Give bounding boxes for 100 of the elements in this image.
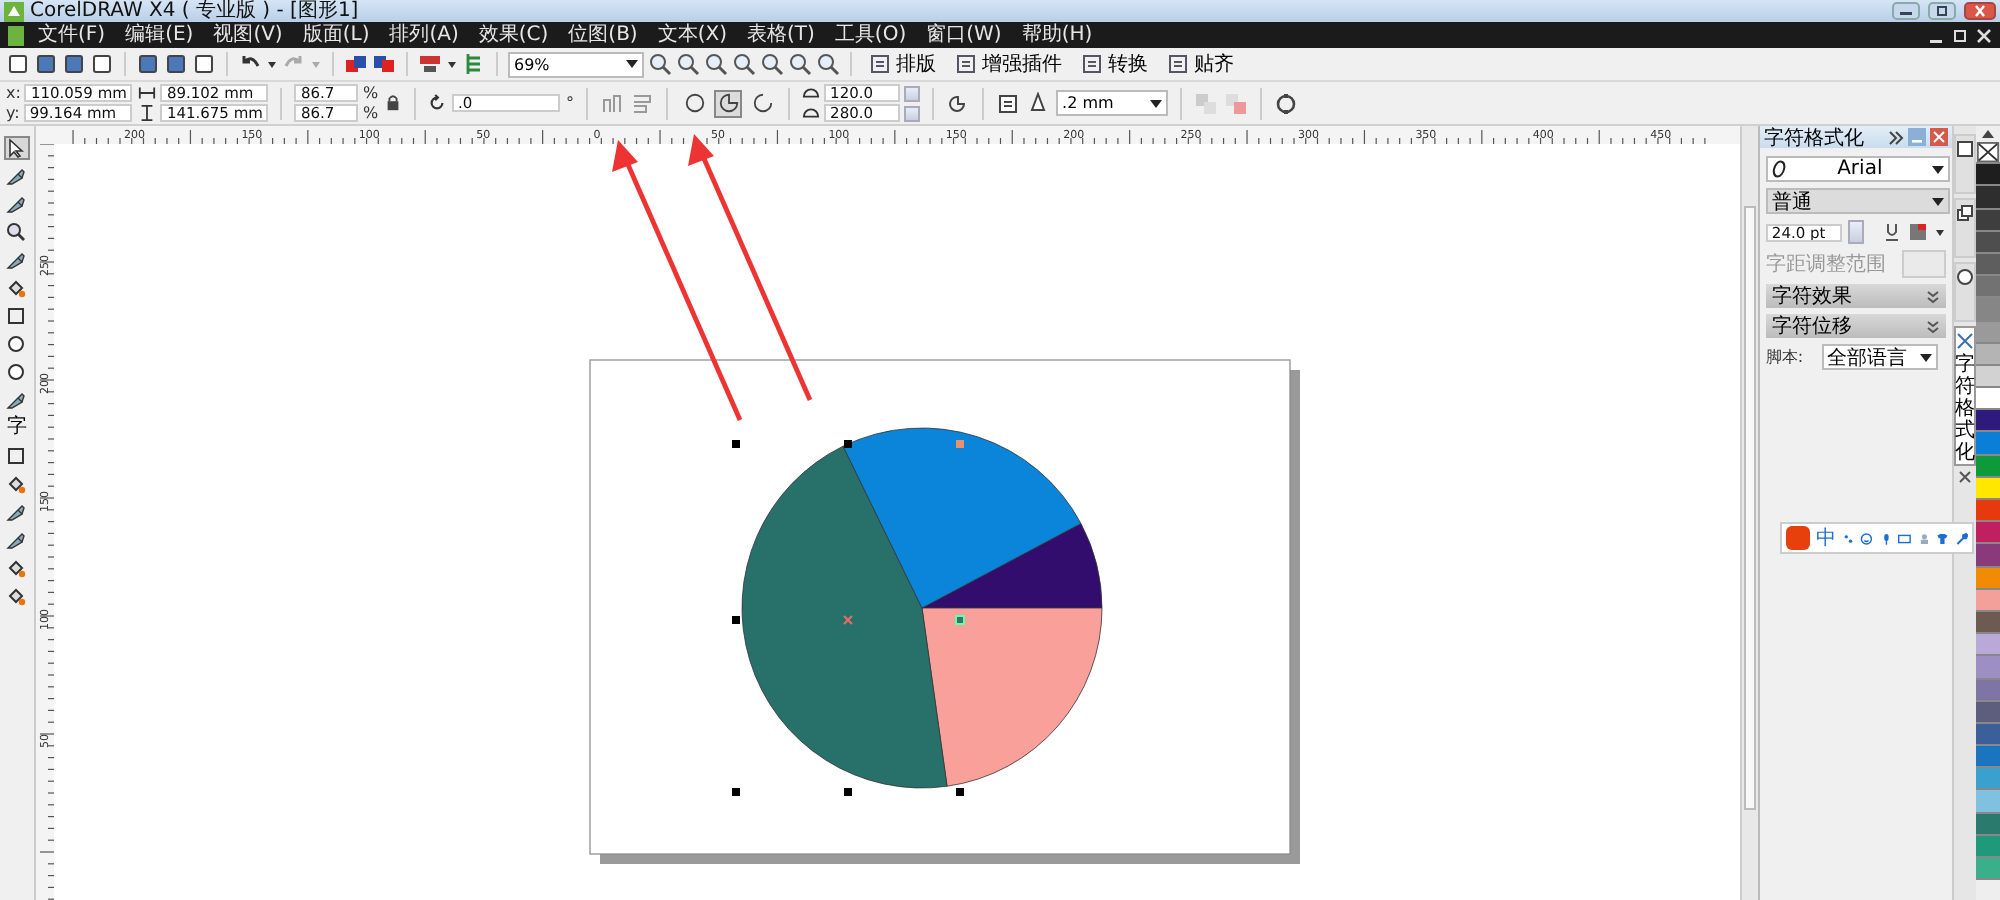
- restore-icon[interactable]: [1952, 27, 1968, 43]
- expand-icon[interactable]: [1887, 129, 1904, 145]
- zoom-icon[interactable]: [816, 52, 840, 76]
- color-swatch[interactable]: [1976, 567, 2000, 590]
- color-swatch[interactable]: [1976, 835, 2000, 858]
- color-swatch[interactable]: [1976, 365, 2000, 389]
- color-swatch[interactable]: [1976, 455, 2000, 478]
- caret-icon[interactable]: [446, 58, 458, 70]
- kerning-field[interactable]: [1901, 250, 1946, 278]
- color-swatch[interactable]: [1976, 410, 2000, 433]
- menu-item[interactable]: 视图(V): [207, 23, 289, 47]
- color-swatch[interactable]: [1976, 186, 2000, 210]
- menu-item[interactable]: 位图(B): [562, 23, 644, 47]
- close-icon[interactable]: [1957, 470, 1972, 484]
- color-swatch[interactable]: [1976, 768, 2000, 791]
- menu-item[interactable]: 版面(L): [296, 23, 376, 47]
- pie-button[interactable]: [714, 89, 743, 117]
- ellipse-button[interactable]: [680, 89, 709, 117]
- microphone-icon[interactable]: [1879, 529, 1893, 547]
- lock-icon[interactable]: [384, 94, 403, 112]
- wrench-icon[interactable]: [1955, 529, 1968, 547]
- caret-icon[interactable]: [1931, 163, 1944, 175]
- bucket-tool[interactable]: [3, 556, 30, 580]
- text-color-icon[interactable]: [1907, 222, 1928, 242]
- color-swatch[interactable]: [1976, 634, 2000, 657]
- minimize-button[interactable]: [1892, 2, 1920, 20]
- zoom-icon[interactable]: [704, 52, 728, 76]
- shirt-icon[interactable]: [1936, 529, 1950, 547]
- keyboard-icon[interactable]: [1898, 529, 1912, 547]
- menu-item[interactable]: 文件(F): [32, 23, 112, 47]
- zoom-icon[interactable]: [760, 52, 784, 76]
- color-swatch[interactable]: [1976, 253, 2000, 277]
- ellipse-tool[interactable]: [3, 332, 30, 356]
- fill-tool[interactable]: [3, 472, 30, 496]
- zoom-in-icon[interactable]: [648, 52, 672, 76]
- ellipse-tool[interactable]: [3, 360, 30, 384]
- menu-item[interactable]: 窗口(W): [920, 23, 1008, 47]
- color-swatch[interactable]: [1976, 209, 2000, 232]
- zoom-tool[interactable]: [3, 220, 30, 244]
- caret-icon[interactable]: [1919, 351, 1932, 363]
- pie-drawing[interactable]: [731, 427, 1102, 796]
- toolbar-button[interactable]: 转换: [1074, 50, 1156, 78]
- caret-icon[interactable]: [1933, 226, 1946, 238]
- menu-item[interactable]: 帮助(H): [1015, 23, 1099, 47]
- toolbar-button[interactable]: 增强插件: [948, 50, 1070, 78]
- color-swatch[interactable]: [1976, 679, 2000, 702]
- toolbar-button[interactable]: 贴齐: [1160, 50, 1242, 78]
- color-swatch[interactable]: [1976, 746, 2000, 769]
- color-swatch[interactable]: [1976, 432, 2000, 456]
- caret-icon[interactable]: [626, 58, 638, 70]
- color-swatch[interactable]: [1976, 164, 2000, 187]
- caret-icon[interactable]: [1150, 97, 1163, 109]
- color-swatch[interactable]: [1976, 723, 2000, 747]
- color-swatch[interactable]: [1976, 701, 2000, 724]
- docker-tab[interactable]: 字符格式化: [1953, 326, 1976, 466]
- color-swatch[interactable]: [1976, 790, 2000, 814]
- menu-item[interactable]: 表格(T): [741, 23, 821, 47]
- style-dropdown[interactable]: 普通: [1765, 188, 1950, 214]
- color-swatch[interactable]: [1976, 231, 2000, 254]
- menu-item[interactable]: 文本(X): [651, 23, 733, 47]
- color-swatch[interactable]: [1976, 858, 2000, 881]
- outline-width-dropdown[interactable]: .2 mm: [1056, 90, 1169, 116]
- smiley-icon[interactable]: [1860, 529, 1874, 547]
- color-swatch[interactable]: [1976, 611, 2000, 635]
- arc-button[interactable]: [748, 89, 777, 117]
- rectangle-tool[interactable]: [3, 304, 30, 328]
- input-mode-label[interactable]: 中: [1816, 524, 1836, 552]
- color-swatch[interactable]: [1976, 544, 2000, 568]
- punctuation-icon[interactable]: [1842, 529, 1855, 547]
- docker-tab[interactable]: [1953, 262, 1976, 322]
- collapse-icon[interactable]: [1925, 319, 1940, 333]
- toolbar-button[interactable]: 排版: [862, 50, 944, 78]
- color-swatch[interactable]: [1976, 522, 2000, 545]
- convert-to-curves-icon[interactable]: [1274, 91, 1299, 115]
- section-header[interactable]: 字符效果: [1765, 284, 1946, 308]
- color-swatch[interactable]: [1976, 321, 2000, 344]
- caret-icon[interactable]: [1931, 195, 1944, 207]
- zoom-dropdown[interactable]: 69%: [508, 51, 644, 77]
- color-swatch[interactable]: [1976, 388, 2000, 411]
- restore-button[interactable]: [1928, 2, 1956, 20]
- zoom-icon[interactable]: [732, 52, 756, 76]
- caret-icon[interactable]: [266, 58, 278, 70]
- color-swatch[interactable]: [1976, 343, 2000, 366]
- wrap-text-icon[interactable]: [996, 91, 1021, 115]
- menu-item[interactable]: 排列(A): [383, 23, 465, 47]
- fill-tool[interactable]: [3, 584, 30, 608]
- pick-tool[interactable]: [3, 136, 30, 160]
- menu-item[interactable]: 编辑(E): [119, 23, 200, 47]
- menu-item[interactable]: 工具(O): [828, 23, 913, 47]
- font-dropdown[interactable]: Arial: [1765, 156, 1950, 182]
- zoom-icon[interactable]: [788, 52, 812, 76]
- close-button[interactable]: [1964, 2, 1996, 20]
- color-swatch[interactable]: [1976, 656, 2000, 679]
- color-swatch[interactable]: [1976, 589, 2000, 612]
- color-swatch[interactable]: [1976, 298, 2000, 321]
- zoom-out-icon[interactable]: [676, 52, 700, 76]
- section-header[interactable]: 字符位移: [1765, 314, 1946, 338]
- import-icon[interactable]: [344, 52, 368, 76]
- text-tool[interactable]: 字: [3, 416, 30, 440]
- menu-item[interactable]: 效果(C): [472, 23, 555, 47]
